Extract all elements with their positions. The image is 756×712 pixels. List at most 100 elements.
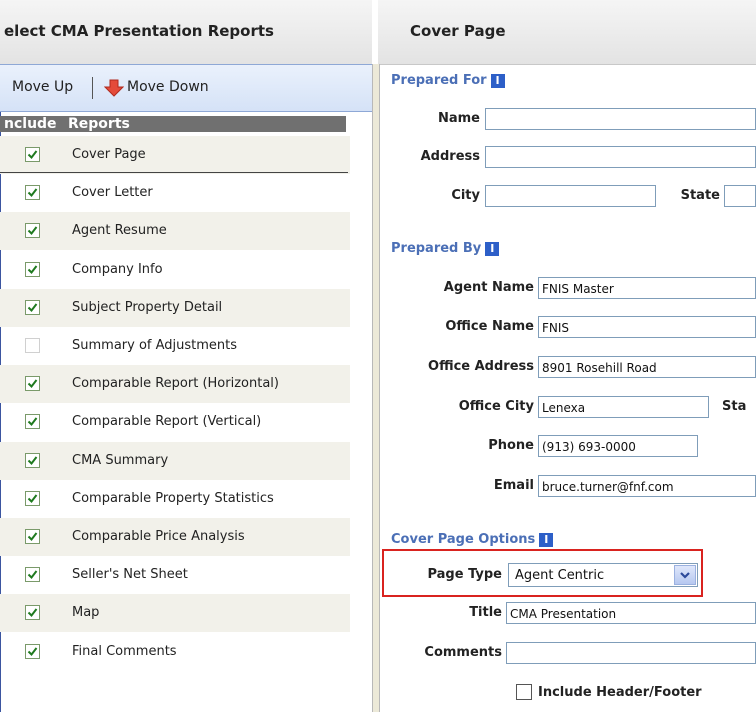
check-icon [27, 264, 38, 274]
prepared-for-heading: Prepared For I [391, 73, 505, 88]
include-checkbox[interactable] [25, 567, 40, 583]
include-checkbox[interactable] [25, 452, 40, 468]
title-label: Title [469, 605, 502, 620]
cover-page-options-heading: Cover Page Options I [391, 532, 554, 547]
check-icon [27, 150, 38, 160]
email-label: Email [493, 478, 534, 493]
report-row[interactable]: Agent Resume [0, 212, 350, 251]
phone-label: Phone [488, 438, 534, 453]
page-type-value: Agent Centric [515, 568, 605, 583]
left-panel-header: elect CMA Presentation Reports [0, 0, 372, 65]
report-row[interactable]: Comparable Report (Horizontal) [0, 365, 350, 404]
city-label: City [451, 188, 480, 203]
agent-name-input[interactable]: FNIS Master [538, 277, 756, 299]
office-state-label: Sta [722, 399, 747, 414]
include-header-footer-checkbox[interactable] [516, 684, 532, 700]
state-input[interactable] [724, 185, 756, 207]
page-type-label: Page Type [427, 567, 502, 582]
include-checkbox[interactable] [25, 299, 40, 315]
check-icon [27, 417, 38, 427]
right-panel-header: Cover Page [378, 0, 756, 65]
include-checkbox[interactable] [25, 490, 40, 506]
panel-splitter[interactable] [372, 64, 380, 712]
check-icon [27, 646, 38, 656]
report-label: Comparable Property Statistics [72, 490, 274, 506]
check-icon [27, 608, 38, 618]
check-icon [27, 494, 38, 503]
move-up-button[interactable]: Move Up [12, 79, 73, 95]
address-input[interactable] [485, 146, 756, 168]
office-city-label: Office City [458, 399, 534, 414]
comments-label: Comments [424, 645, 502, 660]
office-name-label: Office Name [445, 319, 534, 334]
report-label: Cover Page [72, 147, 146, 162]
city-input[interactable] [485, 185, 656, 207]
report-label: Seller's Net Sheet [72, 567, 188, 583]
report-row[interactable]: Comparable Property Statistics [0, 480, 350, 518]
report-row[interactable]: Comparable Report (Vertical) [0, 403, 350, 441]
include-checkbox[interactable] [25, 605, 40, 621]
report-row[interactable]: Final Comments [0, 633, 350, 671]
check-icon [27, 455, 38, 465]
report-row[interactable]: Subject Property Detail [0, 288, 350, 327]
info-icon[interactable]: I [485, 241, 500, 256]
reports-toolbar: Move Up Move Down [0, 64, 372, 112]
check-icon [27, 570, 38, 580]
move-down-button[interactable]: Move Down [127, 79, 209, 95]
report-row[interactable]: CMA Summary [0, 441, 350, 480]
page-type-select[interactable]: Agent Centric [508, 563, 698, 587]
left-panel-title: elect CMA Presentation Reports [4, 22, 274, 40]
include-checkbox[interactable] [25, 185, 40, 201]
info-icon[interactable]: I [539, 532, 554, 547]
include-checkbox[interactable] [25, 147, 40, 162]
office-city-input[interactable]: Lenexa [538, 396, 709, 418]
include-checkbox[interactable] [25, 338, 40, 353]
chevron-down-icon[interactable] [674, 565, 696, 585]
name-input[interactable] [485, 108, 756, 130]
report-label: Subject Property Detail [72, 299, 223, 315]
report-row[interactable]: Cover Letter [0, 174, 350, 212]
report-row[interactable]: Company Info [0, 251, 350, 289]
report-label: Comparable Report (Horizontal) [72, 376, 279, 392]
office-name-input[interactable]: FNIS [538, 316, 756, 338]
phone-input[interactable]: (913) 693-0000 [538, 435, 698, 457]
reports-column-header: nclude Reports [0, 116, 346, 132]
include-column-header: nclude [4, 116, 57, 132]
report-label: CMA Summary [72, 452, 169, 468]
report-row[interactable]: Cover Page [0, 136, 350, 174]
state-label: State [680, 188, 720, 203]
check-icon [27, 226, 38, 236]
report-label: Cover Letter [72, 185, 153, 201]
name-label: Name [437, 111, 480, 126]
check-icon [27, 532, 38, 542]
info-icon[interactable]: I [490, 73, 505, 88]
report-label: Company Info [72, 261, 163, 277]
agent-name-label: Agent Name [443, 280, 534, 295]
include-checkbox[interactable] [25, 376, 40, 392]
reports-column-header-label: Reports [68, 116, 130, 132]
right-panel-title: Cover Page [410, 22, 506, 40]
check-icon [27, 379, 38, 389]
include-checkbox[interactable] [25, 529, 40, 544]
report-row[interactable]: Map [0, 594, 350, 633]
include-checkbox[interactable] [25, 643, 40, 659]
include-checkbox[interactable] [25, 414, 40, 430]
address-label: Address [420, 149, 480, 164]
report-label: Final Comments [72, 643, 177, 659]
move-down-icon[interactable] [104, 79, 124, 97]
report-row[interactable]: Seller's Net Sheet [0, 556, 350, 594]
comments-input[interactable] [506, 642, 756, 664]
include-checkbox[interactable] [25, 261, 40, 277]
report-label: Map [72, 605, 100, 621]
report-label: Agent Resume [72, 223, 167, 239]
report-label: Comparable Report (Vertical) [72, 414, 262, 430]
office-address-input[interactable]: 8901 Rosehill Road [538, 356, 756, 378]
selected-row-underline [0, 172, 348, 173]
email-input[interactable]: bruce.turner@fnf.com [538, 475, 756, 497]
title-input[interactable]: CMA Presentation [506, 602, 756, 624]
include-checkbox[interactable] [25, 223, 40, 239]
report-row[interactable]: Comparable Price Analysis [0, 518, 350, 556]
report-label: Summary of Adjustments [72, 338, 238, 353]
report-label: Comparable Price Analysis [72, 529, 245, 544]
report-row[interactable]: Summary of Adjustments [0, 327, 350, 365]
